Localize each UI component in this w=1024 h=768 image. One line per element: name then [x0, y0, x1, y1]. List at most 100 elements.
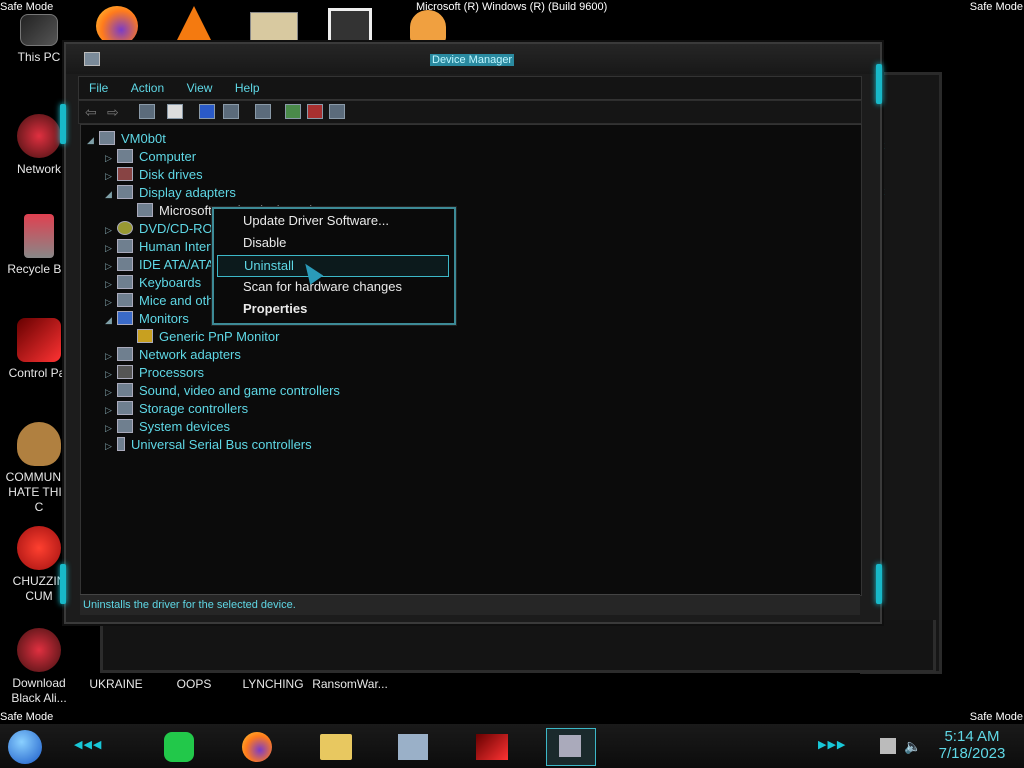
frame-glow: [60, 104, 66, 144]
disable-icon[interactable]: [329, 104, 345, 119]
tree-item-storage[interactable]: ▷ Storage controllers: [105, 401, 248, 416]
help-icon[interactable]: [199, 104, 215, 119]
clock[interactable]: 5:14 AM 7/18/2023: [934, 728, 1010, 762]
expand-arrow-icon[interactable]: ▷: [105, 261, 117, 272]
tree-item-usb[interactable]: ▷ Universal Serial Bus controllers: [105, 437, 312, 452]
taskbar: ◀◀◀ ▶▶▶ 🔈 5:14 AM 7/18/2023: [0, 724, 1024, 768]
expand-arrow-icon[interactable]: ▷: [105, 171, 117, 182]
collapse-arrow-icon[interactable]: ◢: [105, 315, 117, 326]
expand-arrow-icon[interactable]: ▷: [105, 441, 117, 452]
tree-item-label: Network adapters: [139, 347, 241, 362]
user-desktop-icon[interactable]: [410, 10, 446, 44]
uninstall-icon[interactable]: [307, 104, 323, 119]
device-tree[interactable]: ◢ VM0b0t ▷ Computer ▷ Disk drives ◢ Display …: [80, 124, 862, 596]
download-icon: [17, 628, 61, 672]
expand-arrow-icon[interactable]: ▷: [105, 243, 117, 254]
tree-item-label: Display adapters: [139, 185, 236, 200]
firefox-desktop-icon[interactable]: [96, 6, 138, 46]
tree-root[interactable]: ◢ VM0b0t: [87, 131, 166, 146]
desktop-icon-ukraine[interactable]: UKRAINE: [76, 677, 156, 691]
expand-arrow-icon[interactable]: ▷: [105, 153, 117, 164]
device-manager-window[interactable]: Device Manager File Action View Help ⇦ ⇨…: [60, 42, 882, 624]
expand-arrow-icon[interactable]: ▷: [105, 225, 117, 236]
menu-view[interactable]: View: [187, 81, 213, 95]
tree-item-sound[interactable]: ▷ Sound, video and game controllers: [105, 383, 340, 398]
tree-item-label: Sound, video and game controllers: [139, 383, 340, 398]
task-manager-taskbar-icon[interactable]: [398, 734, 428, 760]
properties-icon[interactable]: [167, 104, 183, 119]
tree-item-label: Keyboards: [139, 275, 202, 290]
tree-item-network-adapters[interactable]: ▷ Network adapters: [105, 347, 241, 362]
monitor-icon: [117, 311, 133, 325]
device-manager-taskbar-button[interactable]: [546, 728, 596, 766]
forward-arrow-icon[interactable]: ⇨: [107, 104, 119, 121]
tree-item-disk-drives[interactable]: ▷ Disk drives: [105, 167, 203, 182]
network-adapter-icon: [117, 347, 133, 361]
desktop-icon-lynching[interactable]: LYNCHING: [233, 677, 313, 691]
safe-mode-label-bl: Safe Mode: [0, 711, 54, 723]
menu-file[interactable]: File: [89, 81, 108, 95]
menu-item-disable[interactable]: Disable: [217, 233, 447, 253]
menu-item-properties[interactable]: Properties: [217, 299, 447, 319]
desktop-icon-oops[interactable]: OOPS: [154, 677, 234, 691]
expand-arrow-icon[interactable]: ▷: [105, 279, 117, 290]
disk-icon: [117, 167, 133, 181]
expand-arrow-icon[interactable]: ◢: [87, 135, 99, 146]
maze-desktop-icon[interactable]: [328, 8, 372, 44]
menu-item-label: Properties: [243, 301, 308, 316]
show-hide-tree-icon[interactable]: [139, 104, 155, 119]
menu-item-scan-hardware[interactable]: Scan for hardware changes: [217, 277, 447, 297]
tree-item-monitors[interactable]: ◢ Monitors: [105, 311, 189, 326]
desktop-icon-label: UKRAINE: [89, 677, 143, 691]
vlc-desktop-icon[interactable]: [176, 6, 212, 42]
expand-arrow-icon[interactable]: ▷: [105, 351, 117, 362]
warning-monitor-icon: [137, 329, 153, 343]
os-build-label: Microsoft (R) Windows (R) (Build 9600): [416, 1, 608, 13]
menu-item-update-driver[interactable]: Update Driver Software...: [217, 211, 447, 231]
control-panel-taskbar-icon[interactable]: [476, 734, 508, 760]
expand-arrow-icon[interactable]: ▷: [105, 387, 117, 398]
collapse-arrow-icon[interactable]: ◢: [105, 189, 117, 200]
system-devices-icon: [117, 419, 133, 433]
menu-item-uninstall[interactable]: Uninstall: [217, 255, 449, 277]
update-driver-icon[interactable]: [285, 104, 301, 119]
menu-help[interactable]: Help: [235, 81, 260, 95]
back-arrow-icon[interactable]: ⇦: [85, 104, 97, 121]
tree-item-keyboards[interactable]: ▷ Keyboards: [105, 275, 201, 290]
computer-icon: [99, 131, 115, 145]
volume-muted-icon[interactable]: 🔈: [904, 738, 921, 755]
spotify-taskbar-icon[interactable]: [164, 732, 194, 762]
safe-mode-label-tr: Safe Mode: [969, 1, 1023, 13]
desktop-icon-download[interactable]: Download Black Ali...: [4, 628, 74, 706]
desktop-icon-ransomware[interactable]: RansomWar...: [310, 677, 390, 691]
tree-item-generic-monitor[interactable]: Generic PnP Monitor: [137, 329, 279, 344]
tree-item-computer[interactable]: ▷ Computer: [105, 149, 196, 164]
tree-item-display-adapters[interactable]: ◢ Display adapters: [105, 185, 236, 200]
expand-arrow-icon[interactable]: ▷: [105, 369, 117, 380]
menu-item-label: Uninstall: [244, 258, 294, 273]
file-explorer-taskbar-icon[interactable]: [320, 734, 352, 760]
clock-time: 5:14 AM: [944, 728, 1000, 745]
tree-item-label: System devices: [139, 419, 231, 434]
expand-arrow-icon[interactable]: ▷: [105, 405, 117, 416]
dvd-icon: [117, 221, 133, 235]
expand-arrow-icon[interactable]: ▷: [105, 297, 117, 308]
expand-arrow-icon[interactable]: ▷: [105, 423, 117, 434]
tree-item-processors[interactable]: ▷ Processors: [105, 365, 204, 380]
computer-icon: [20, 14, 58, 46]
title-bar[interactable]: Device Manager: [66, 44, 880, 74]
menu-action[interactable]: Action: [131, 81, 164, 95]
tree-item-system-devices[interactable]: ▷ System devices: [105, 419, 230, 434]
status-bar: Uninstalls the driver for the selected d…: [80, 594, 860, 615]
scan-hardware-icon[interactable]: [255, 104, 271, 119]
tree-item-label: Universal Serial Bus controllers: [131, 437, 312, 452]
display-adapter-icon: [117, 185, 133, 199]
frame-glow: [876, 64, 882, 104]
network-tray-icon[interactable]: [880, 738, 896, 754]
device-manager-icon: [84, 52, 100, 66]
firefox-taskbar-icon[interactable]: [242, 732, 272, 762]
action-pane-icon[interactable]: [223, 104, 239, 119]
tree-item-label: Processors: [139, 365, 205, 380]
hxd-desktop-icon[interactable]: [250, 12, 298, 46]
start-button-icon[interactable]: [8, 730, 42, 764]
